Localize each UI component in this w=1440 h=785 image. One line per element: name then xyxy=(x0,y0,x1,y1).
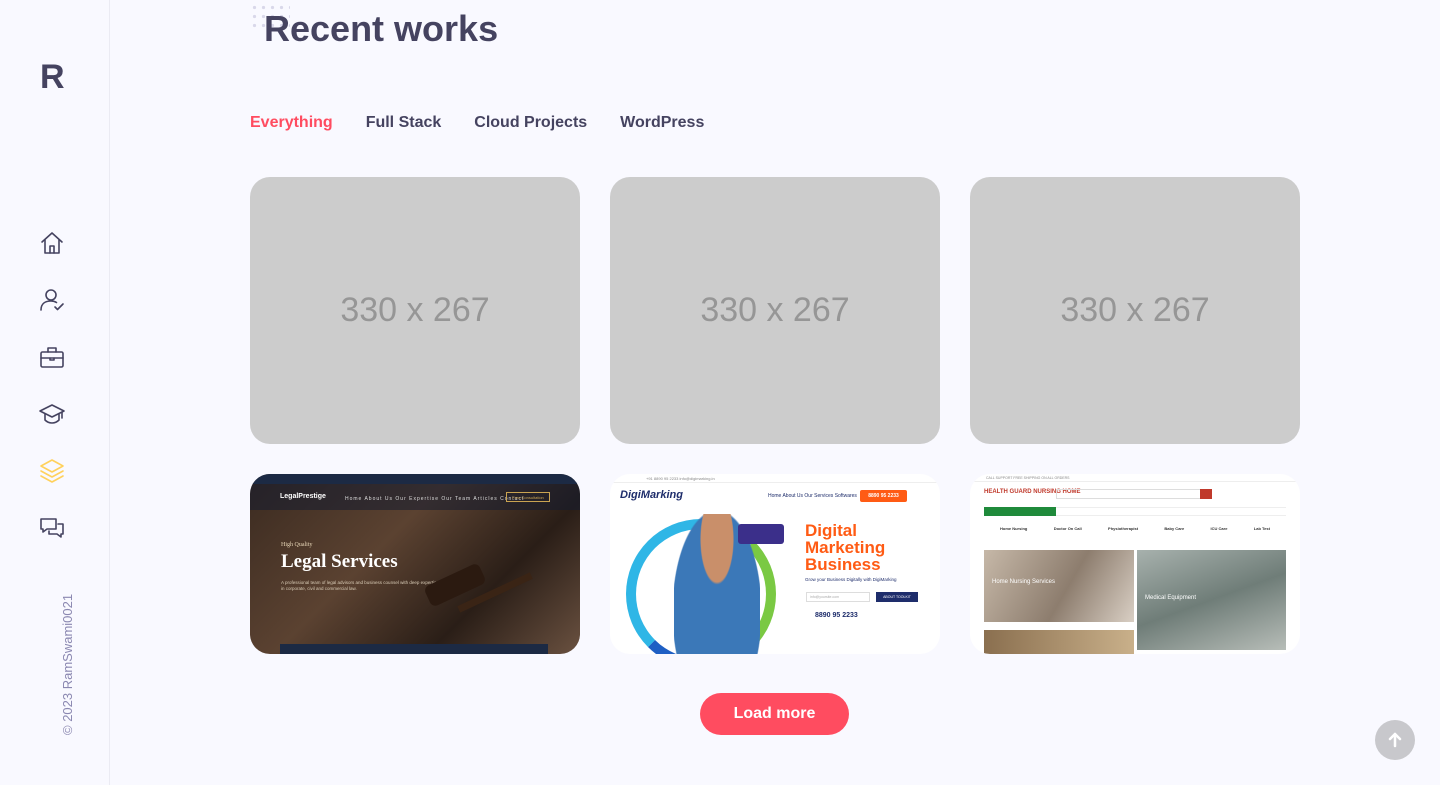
site-logo[interactable]: R xyxy=(40,58,65,97)
shot-search xyxy=(1056,489,1206,499)
shot-phone-button: 8890 95 2233 xyxy=(860,490,907,502)
shot-categories: Home Nursing Doctor On Call Physiotherap… xyxy=(1000,526,1270,531)
nav-contact[interactable] xyxy=(36,513,68,543)
placeholder-label: 330 x 267 xyxy=(1060,291,1210,329)
filter-cloud-projects[interactable]: Cloud Projects xyxy=(474,114,587,132)
shot-kicker: High Quality xyxy=(281,542,313,548)
shot-category: Home Nursing xyxy=(1000,526,1028,531)
shot-headline: Legal Services xyxy=(281,551,398,572)
shot-description: A professional team of legal advisors an… xyxy=(281,580,439,591)
shot-category-button xyxy=(984,507,1056,516)
load-more-button[interactable]: Load more xyxy=(700,693,849,735)
shot-category: Lab Test xyxy=(1253,526,1270,531)
nav-home[interactable] xyxy=(36,228,68,258)
shot-topbar: CALL SUPPORT FREE SHIPPING ON ALL ORDERS xyxy=(970,474,1300,482)
portfolio-item-digimarking[interactable]: +91 8890 95 2233 info@digimarking.in Dig… xyxy=(610,474,940,654)
arrow-up-icon xyxy=(1388,732,1402,748)
shot-headline: Digital Marketing Business xyxy=(805,521,886,574)
nav-services[interactable] xyxy=(36,342,68,372)
chip-graphic xyxy=(738,524,784,544)
shot-search-button xyxy=(1200,489,1212,499)
shot-subtitle: Grow your Business Digitally with DigiMa… xyxy=(805,577,897,582)
briefcase-icon xyxy=(40,347,64,368)
nav-education[interactable] xyxy=(36,399,68,429)
chat-bubbles-icon xyxy=(40,518,64,538)
shot-image xyxy=(984,630,1134,654)
section-title: Recent works xyxy=(264,8,499,49)
shot-number: 8890 95 2233 xyxy=(815,612,858,619)
nav-works[interactable] xyxy=(36,456,68,486)
shot-cta: Free Consultation xyxy=(506,492,550,502)
portfolio-item-placeholder[interactable]: 330 x 267 xyxy=(250,177,580,444)
shot-category: Baby Care xyxy=(1164,526,1185,531)
portfolio-item-placeholder[interactable]: 330 x 267 xyxy=(970,177,1300,444)
portfolio-item-legal-services[interactable]: LegalPrestige Home About Us Our Expertis… xyxy=(250,474,580,654)
shot-menu: Home About Us Our Expertise Our Team Art… xyxy=(345,496,525,502)
sidebar-nav xyxy=(36,228,68,543)
shot-category: Doctor On Call xyxy=(1053,526,1082,531)
sidebar: R © 2023 RamSwami0021 xyxy=(0,0,110,785)
main-content: Recent works Everything Full Stack Cloud… xyxy=(110,0,1440,785)
filter-wordpress[interactable]: WordPress xyxy=(620,114,704,132)
shot-topbar xyxy=(250,474,580,484)
shot-caption: Medical Equipment xyxy=(1145,595,1197,601)
nav-about[interactable] xyxy=(36,285,68,315)
portfolio-item-nursing-home[interactable]: CALL SUPPORT FREE SHIPPING ON ALL ORDERS… xyxy=(970,474,1300,654)
scroll-to-top-button[interactable] xyxy=(1375,720,1415,760)
shot-input: info@yoursite.com xyxy=(806,592,870,602)
shot-category: ICU Care xyxy=(1210,526,1228,531)
shot-button: ABOUT TOOLKIT xyxy=(876,592,918,602)
shot-brand: DigiMarking xyxy=(620,489,683,501)
shot-category: Physiotherapist xyxy=(1108,526,1139,531)
shot-bottombar xyxy=(280,644,548,654)
home-icon xyxy=(41,232,63,254)
graduation-cap-icon xyxy=(39,404,65,424)
portfolio-filters: Everything Full Stack Cloud Projects Wor… xyxy=(250,114,704,132)
copyright-text: © 2023 RamSwami0021 xyxy=(60,593,75,735)
portfolio-item-placeholder[interactable]: 330 x 267 xyxy=(610,177,940,444)
shot-brand: LegalPrestige xyxy=(280,493,326,500)
shot-image xyxy=(984,550,1134,622)
placeholder-label: 330 x 267 xyxy=(700,291,850,329)
shot-caption: Home Nursing Services xyxy=(992,579,1056,585)
shot-menu: Home About Us Our Services Softwares xyxy=(768,493,857,499)
filter-everything[interactable]: Everything xyxy=(250,114,333,132)
placeholder-label: 330 x 267 xyxy=(340,291,490,329)
portfolio-grid: 330 x 267 330 x 267 330 x 267 LegalPrest… xyxy=(250,177,1300,654)
filter-full-stack[interactable]: Full Stack xyxy=(366,114,442,132)
shot-topbar: +91 8890 95 2233 info@digimarking.in xyxy=(610,474,940,483)
user-check-icon xyxy=(40,289,64,311)
layers-icon xyxy=(40,459,64,483)
